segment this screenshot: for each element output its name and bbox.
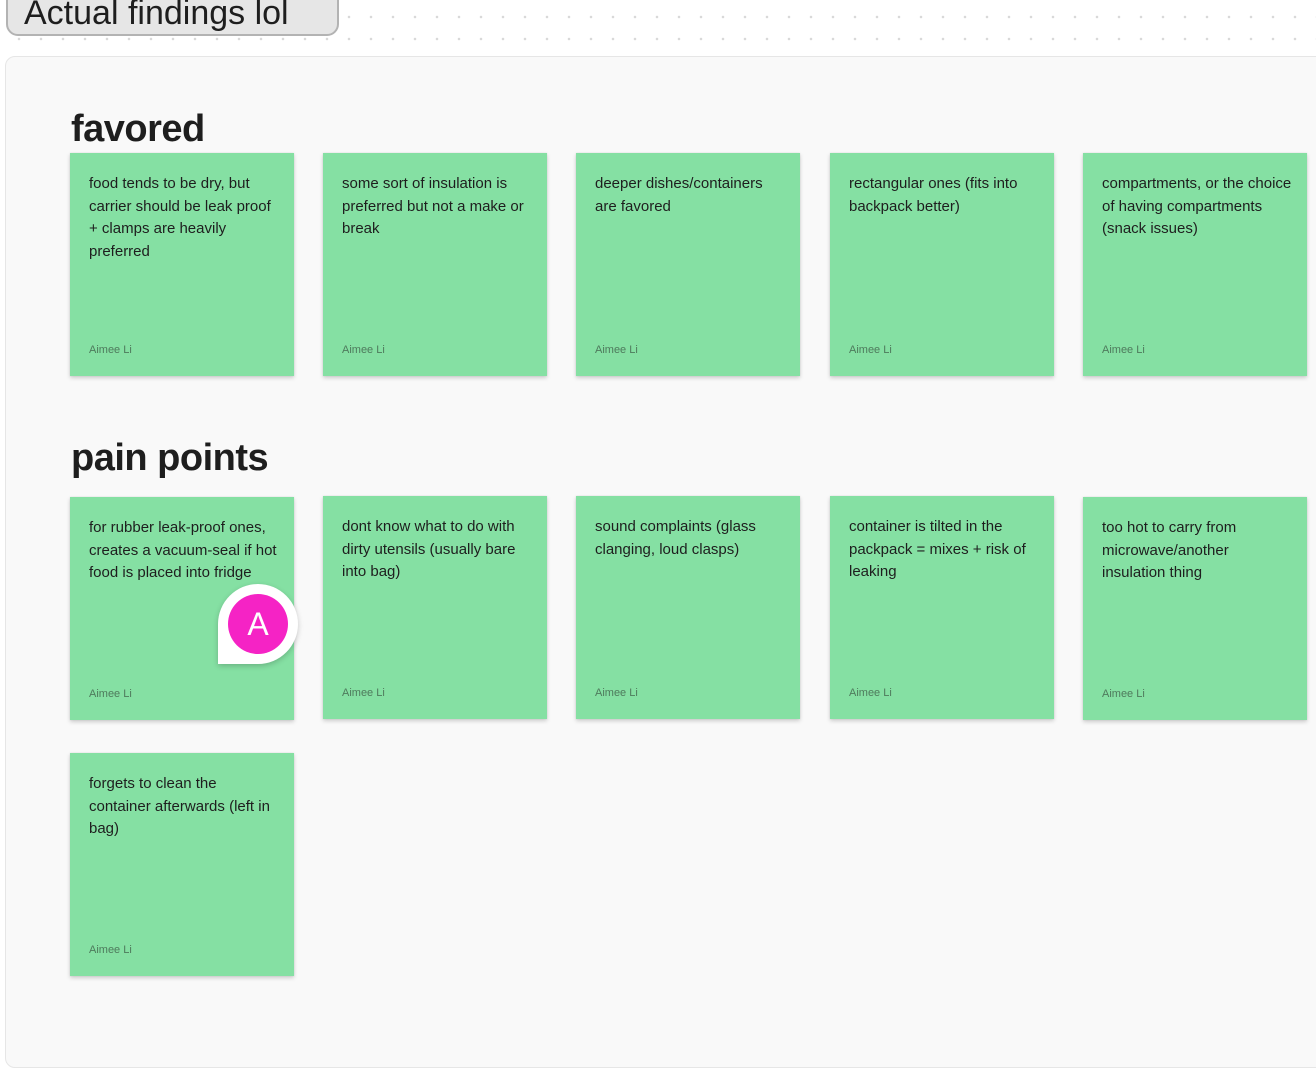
sticky-note[interactable]: sound complaints (glass clanging, loud c… [576,496,800,719]
section-title: Actual findings lol [24,0,289,32]
sticky-note-text: dont know what to do with dirty utensils… [342,518,516,580]
sticky-note-text: food tends to be dry, but carrier should… [89,175,271,260]
sticky-note-text: forgets to clean the container afterward… [89,775,270,837]
sticky-note[interactable]: rectangular ones (fits into backpack bet… [830,153,1054,376]
sticky-note-text: some sort of insulation is preferred but… [342,175,524,237]
sticky-note[interactable]: food tends to be dry, but carrier should… [70,153,294,376]
sticky-note[interactable]: container is tilted in the packpack = mi… [830,496,1054,719]
sticky-note-text: sound complaints (glass clanging, loud c… [595,518,756,558]
sticky-note-author: Aimee Li [89,344,132,356]
sticky-note[interactable]: compartments, or the choice of having co… [1083,153,1307,376]
sticky-note-text: compartments, or the choice of having co… [1102,175,1292,237]
sticky-note-author: Aimee Li [89,944,132,956]
sticky-note[interactable]: too hot to carry from microwave/another … [1083,497,1307,720]
sticky-note[interactable]: dont know what to do with dirty utensils… [323,496,547,719]
sticky-note[interactable]: forgets to clean the container afterward… [70,753,294,976]
pain-points-heading[interactable]: pain points [71,439,269,477]
sticky-note-author: Aimee Li [595,687,638,699]
sticky-note[interactable]: deeper dishes/containers are favored Aim… [576,153,800,376]
sticky-note-author: Aimee Li [342,687,385,699]
sticky-note-text: container is tilted in the packpack = mi… [849,518,1026,580]
sticky-note-text: deeper dishes/containers are favored [595,175,763,215]
sticky-note-text: too hot to carry from microwave/another … [1102,519,1237,581]
sticky-note-author: Aimee Li [1102,688,1145,700]
section-title-label[interactable]: Actual findings lol [6,0,339,36]
sticky-note-text: rectangular ones (fits into backpack bet… [849,175,1018,215]
collaborator-cursor[interactable]: A [218,584,298,664]
sticky-note[interactable]: some sort of insulation is preferred but… [323,153,547,376]
sticky-note-author: Aimee Li [595,344,638,356]
sticky-note-author: Aimee Li [1102,344,1145,356]
collaborator-avatar: A [228,594,288,654]
sticky-note-text: for rubber leak-proof ones, creates a va… [89,519,277,581]
sticky-note-author: Aimee Li [849,687,892,699]
sticky-note-author: Aimee Li [342,344,385,356]
sticky-note-author: Aimee Li [849,344,892,356]
sticky-note-author: Aimee Li [89,688,132,700]
favored-heading[interactable]: favored [71,110,205,148]
